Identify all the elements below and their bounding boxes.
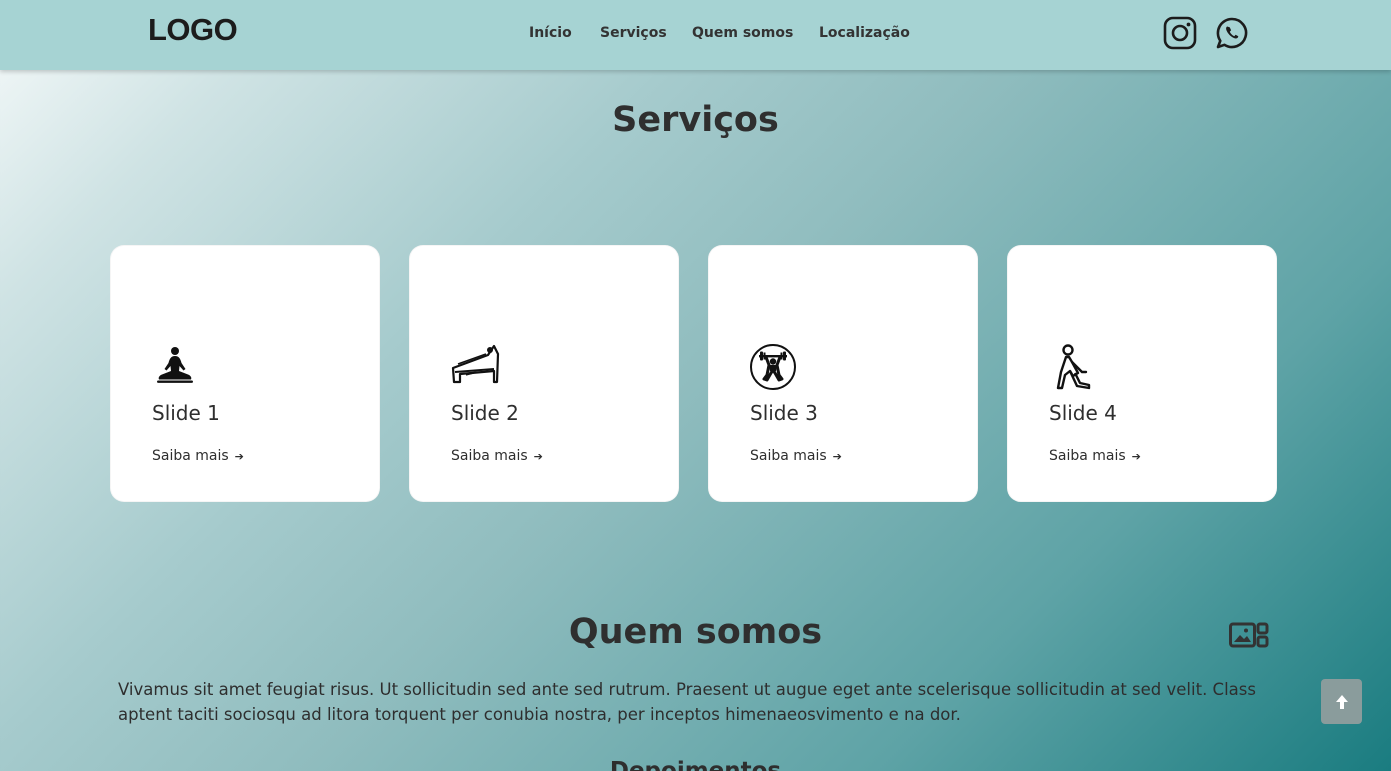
instagram-icon[interactable] (1163, 16, 1197, 50)
services-title: Serviços (612, 100, 779, 140)
service-card: Slide 2 Saiba mais ➔ (409, 245, 679, 502)
stretching-icon (1048, 342, 1100, 394)
about-title: Quem somos (568, 612, 823, 652)
image-gallery-icon (1229, 622, 1269, 650)
saiba-mais-link[interactable]: Saiba mais ➔ (1049, 448, 1141, 464)
about-text: Vivamus sit amet feugiat risus. Ut solli… (118, 680, 1256, 724)
arrow-up-icon (1335, 694, 1348, 709)
arrow-right-icon: ➔ (1131, 450, 1141, 463)
scroll-to-top-button[interactable] (1321, 679, 1362, 724)
saiba-mais-link[interactable]: Saiba mais ➔ (750, 448, 842, 464)
card-title: Slide 3 (750, 401, 818, 425)
service-card: Slide 1 Saiba mais ➔ (110, 245, 380, 502)
site-header: LOGO Início Serviços Quem somos Localiza… (0, 0, 1391, 70)
weightlifting-icon (749, 342, 801, 394)
pilates-reformer-icon (450, 342, 502, 394)
saiba-mais-label: Saiba mais (152, 448, 229, 464)
testimonials-title: Depoimentos (609, 758, 782, 771)
saiba-mais-link[interactable]: Saiba mais ➔ (451, 448, 543, 464)
card-title: Slide 4 (1049, 401, 1117, 425)
saiba-mais-label: Saiba mais (451, 448, 528, 464)
service-card: Slide 3 Saiba mais ➔ (708, 245, 978, 502)
card-title: Slide 1 (152, 401, 220, 425)
meditation-icon (151, 342, 203, 394)
saiba-mais-label: Saiba mais (750, 448, 827, 464)
nav-item-inicio[interactable]: Início (529, 25, 572, 41)
arrow-right-icon: ➔ (533, 450, 543, 463)
nav-item-quem-somos[interactable]: Quem somos (692, 25, 793, 41)
nav-item-localizacao[interactable]: Localização (819, 25, 910, 41)
arrow-right-icon: ➔ (234, 450, 244, 463)
card-title: Slide 2 (451, 401, 519, 425)
saiba-mais-label: Saiba mais (1049, 448, 1126, 464)
arrow-right-icon: ➔ (832, 450, 842, 463)
whatsapp-icon[interactable] (1215, 16, 1249, 50)
saiba-mais-link[interactable]: Saiba mais ➔ (152, 448, 244, 464)
nav-item-servicos[interactable]: Serviços (600, 25, 667, 41)
service-card: Slide 4 Saiba mais ➔ (1007, 245, 1277, 502)
